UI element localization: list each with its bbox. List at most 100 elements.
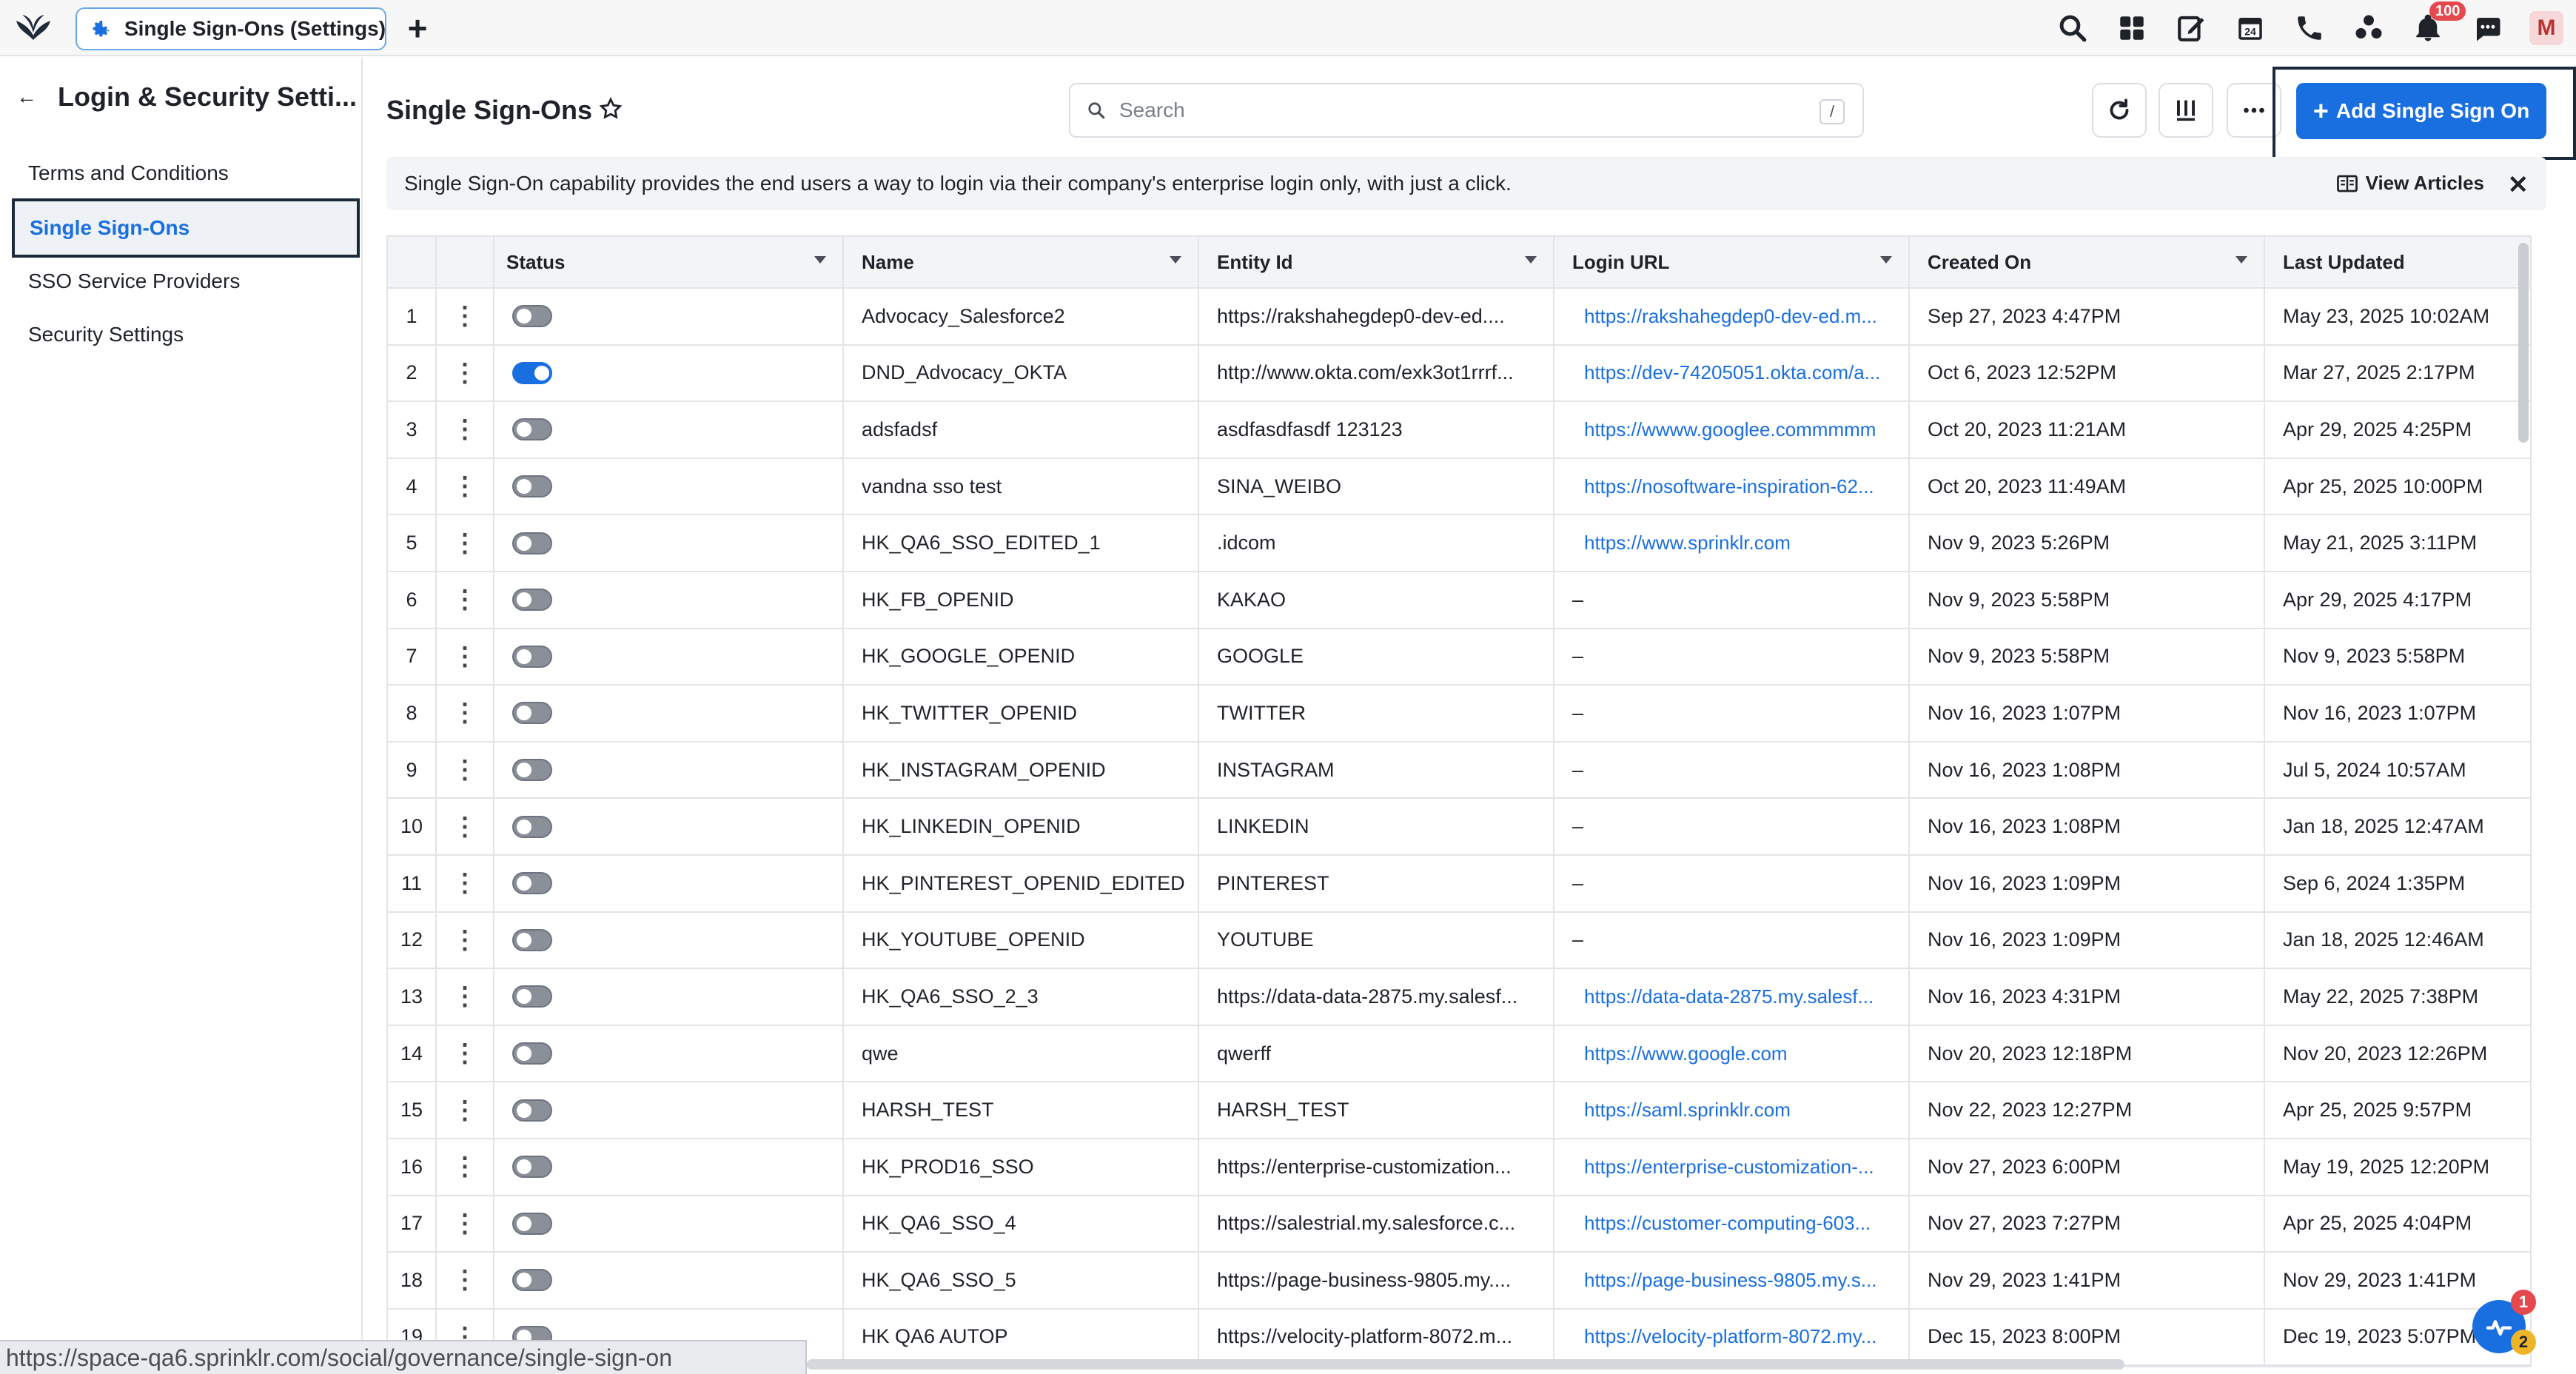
login-url-cell[interactable]: https://data-data-2875.my.salesf...: [1554, 969, 1910, 1025]
login-url-cell[interactable]: https://page-business-9805.my.s...: [1554, 1253, 1910, 1308]
status-toggle[interactable]: [512, 872, 552, 895]
chevron-down-icon[interactable]: [1170, 256, 1181, 264]
row-menu-icon[interactable]: ⋮: [437, 629, 494, 685]
table-row[interactable]: 11 ⋮ HK_PINTEREST_OPENID_EDITED PINTEREST – N…: [388, 855, 2530, 913]
login-url-cell[interactable]: https://www.sprinklr.com: [1554, 515, 1910, 571]
chevron-down-icon[interactable]: [2235, 256, 2247, 264]
row-menu-icon[interactable]: ⋮: [437, 1082, 494, 1138]
table-row[interactable]: 2 ⋮ DND_Advocacy_OKTA http://www.okta.com/e…: [388, 345, 2530, 403]
row-menu-icon[interactable]: ⋮: [437, 686, 494, 741]
login-url-cell[interactable]: https://dev-74205051.okta.com/a...: [1554, 345, 1910, 401]
table-row[interactable]: 10 ⋮ HK_LINKEDIN_OPENID LINKEDIN – Nov 16, 20…: [388, 799, 2530, 856]
status-toggle[interactable]: [512, 702, 552, 725]
status-toggle[interactable]: [512, 985, 552, 1008]
table-row[interactable]: 3 ⋮ adsfadsf asdfasdfasdf 123123 https://www…: [388, 402, 2530, 459]
status-toggle[interactable]: [512, 815, 552, 838]
calendar-button[interactable]: 24: [2221, 0, 2280, 56]
status-toggle[interactable]: [512, 759, 552, 782]
table-row[interactable]: 18 ⋮ HK_QA6_SSO_5 https://page-business-980…: [388, 1253, 2530, 1310]
row-menu-icon[interactable]: ⋮: [437, 1196, 494, 1252]
star-icon[interactable]: [598, 96, 623, 121]
column-settings-button[interactable]: [2159, 83, 2213, 138]
status-toggle[interactable]: [512, 418, 552, 441]
row-menu-icon[interactable]: ⋮: [437, 458, 494, 515]
view-articles-link[interactable]: View Articles: [2336, 172, 2484, 195]
table-row[interactable]: 14 ⋮ qwe qwerff https://www.google.com Nov 20…: [388, 1025, 2530, 1083]
table-row[interactable]: 8 ⋮ HK_TWITTER_OPENID TWITTER – Nov 16, 2023 …: [388, 686, 2530, 743]
row-menu-icon[interactable]: ⋮: [437, 742, 494, 798]
table-row[interactable]: 6 ⋮ HK_FB_OPENID KAKAO – Nov 9, 2023 5:58PM Ap…: [388, 572, 2530, 629]
login-url-cell[interactable]: https://saml.sprinklr.com: [1554, 1082, 1910, 1138]
row-menu-icon[interactable]: ⋮: [437, 969, 494, 1025]
header-last-updated[interactable]: Last Updated: [2265, 237, 2490, 287]
sidebar-item-terms-and-conditions[interactable]: Terms and Conditions: [28, 161, 229, 185]
status-toggle[interactable]: [512, 1042, 552, 1065]
login-url-cell[interactable]: https://rakshahegdep0-dev-ed.m...: [1554, 289, 1910, 344]
status-toggle[interactable]: [512, 1269, 552, 1292]
table-row[interactable]: 13 ⋮ HK_QA6_SSO_2_3 https://data-data-2875.…: [388, 969, 2530, 1026]
chevron-down-icon[interactable]: [1525, 256, 1537, 264]
status-toggle[interactable]: [512, 532, 552, 554]
close-icon[interactable]: ✕: [2508, 170, 2529, 200]
chevron-down-icon[interactable]: [1880, 256, 1892, 264]
horizontal-scrollbar[interactable]: [807, 1359, 2124, 1370]
header-name[interactable]: Name: [844, 237, 1199, 287]
table-row[interactable]: 4 ⋮ vandna sso test SINA_WEIBO https://nosof…: [388, 458, 2530, 516]
table-row[interactable]: 9 ⋮ HK_INSTAGRAM_OPENID INSTAGRAM – Nov 16, 2…: [388, 742, 2530, 800]
row-menu-icon[interactable]: ⋮: [437, 1025, 494, 1082]
chevron-down-icon[interactable]: [814, 256, 826, 264]
login-url-cell[interactable]: https://nosoftware-inspiration-62...: [1554, 458, 1910, 515]
vertical-scrollbar[interactable]: [2518, 243, 2529, 443]
login-url-cell[interactable]: https://wwww.googlee.commmmm: [1554, 402, 1910, 458]
status-toggle[interactable]: [512, 361, 552, 384]
header-status[interactable]: Status: [437, 237, 844, 287]
back-arrow-icon[interactable]: ←: [16, 85, 37, 109]
apps-button[interactable]: [2102, 0, 2161, 56]
status-toggle[interactable]: [512, 645, 552, 668]
status-toggle[interactable]: [512, 1212, 552, 1235]
table-row[interactable]: 12 ⋮ HK_YOUTUBE_OPENID YOUTUBE – Nov 16, 2023…: [388, 912, 2530, 970]
row-menu-icon[interactable]: ⋮: [437, 515, 494, 571]
status-toggle[interactable]: [512, 305, 552, 328]
profile-button[interactable]: M: [2517, 0, 2576, 56]
network-button[interactable]: [2339, 0, 2398, 56]
compose-button[interactable]: [2161, 0, 2221, 56]
refresh-button[interactable]: [2092, 83, 2147, 138]
search-button[interactable]: [2043, 0, 2102, 56]
row-menu-icon[interactable]: ⋮: [437, 345, 494, 401]
login-url-cell[interactable]: https://enterprise-customization-...: [1554, 1139, 1910, 1195]
row-menu-icon[interactable]: ⋮: [437, 912, 494, 968]
status-toggle[interactable]: [512, 589, 552, 611]
row-menu-icon[interactable]: ⋮: [437, 572, 494, 628]
notifications-button[interactable]: 100: [2398, 0, 2466, 56]
status-toggle[interactable]: [512, 475, 552, 498]
status-toggle[interactable]: [512, 928, 552, 951]
add-single-sign-on-button[interactable]: + Add Single Sign On: [2296, 83, 2546, 139]
table-row[interactable]: 7 ⋮ HK_GOOGLE_OPENID GOOGLE – Nov 9, 2023 5:5…: [388, 629, 2530, 686]
table-row[interactable]: 5 ⋮ HK_QA6_SSO_EDITED_1 .idcom https://www.s…: [388, 515, 2530, 572]
chat-button[interactable]: [2458, 0, 2517, 56]
tab-single-sign-ons[interactable]: Single Sign-Ons (Settings): [76, 7, 386, 50]
search-input[interactable]: Search /: [1069, 83, 1864, 138]
phone-button[interactable]: [2280, 0, 2339, 56]
new-tab-button[interactable]: +: [400, 10, 435, 46]
header-entity-id[interactable]: Entity Id: [1199, 237, 1554, 287]
row-menu-icon[interactable]: ⋮: [437, 1253, 494, 1308]
row-menu-icon[interactable]: ⋮: [437, 855, 494, 911]
status-toggle[interactable]: [512, 1156, 552, 1179]
status-toggle[interactable]: [512, 1099, 552, 1122]
login-url-cell[interactable]: https://velocity-platform-8072.my...: [1554, 1309, 1910, 1365]
login-url-cell[interactable]: https://www.google.com: [1554, 1025, 1910, 1082]
table-row[interactable]: 17 ⋮ HK_QA6_SSO_4 https://salestrial.my.sal…: [388, 1196, 2530, 1253]
sidebar-item-single-sign-ons[interactable]: Single Sign-Ons: [12, 198, 360, 258]
login-url-cell[interactable]: https://customer-computing-603...: [1554, 1196, 1910, 1252]
row-menu-icon[interactable]: ⋮: [437, 289, 494, 344]
sidebar-item-security-settings[interactable]: Security Settings: [28, 323, 184, 346]
row-menu-icon[interactable]: ⋮: [437, 402, 494, 458]
table-row[interactable]: 15 ⋮ HARSH_TEST HARSH_TEST https://saml.spri…: [388, 1082, 2530, 1139]
sidebar-item-sso-service-providers[interactable]: SSO Service Providers: [28, 269, 240, 293]
row-menu-icon[interactable]: ⋮: [437, 1139, 494, 1195]
table-row[interactable]: 1 ⋮ Advocacy_Salesforce2 https://rakshahegd…: [388, 289, 2530, 346]
app-logo-icon[interactable]: [13, 10, 53, 46]
header-created-on[interactable]: Created On: [1910, 237, 2265, 287]
